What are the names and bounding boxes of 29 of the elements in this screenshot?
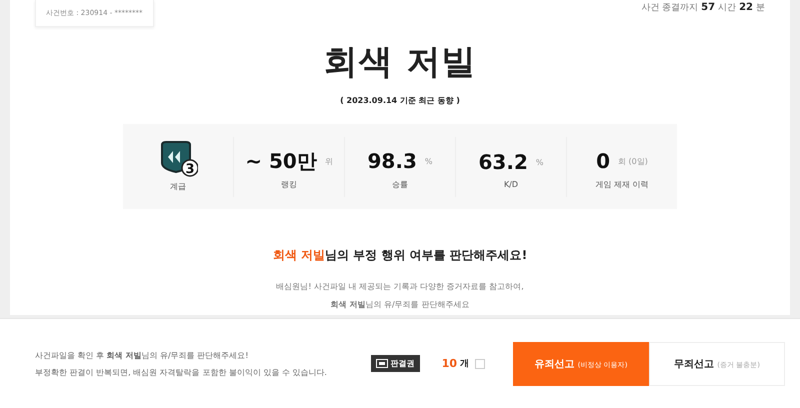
- stat-unit: 위: [324, 156, 333, 166]
- ticket-count: 10: [442, 357, 457, 370]
- stat-value: ~ 50만: [245, 148, 317, 174]
- stat-unit: %: [536, 158, 544, 166]
- stat-value: 0: [596, 149, 610, 173]
- countdown-hours: 57: [701, 2, 716, 13]
- ticket-icon: [376, 359, 388, 368]
- countdown-minutes: 22: [739, 2, 753, 13]
- judgement-prompt: 회색 저빌님의 부정 행위 여부를 판단해주세요!: [272, 247, 528, 264]
- guide-text: 회색 저빌님의 유/무죄를 판단해주세요: [330, 299, 470, 311]
- date-subtitle: ( 2023.09.14 기준 최근 동향 ): [340, 95, 460, 106]
- ticket-badge: 판결권: [370, 355, 420, 372]
- stat-value: 98.3: [368, 149, 417, 173]
- ticket-unit: 개: [460, 358, 469, 370]
- stat-label: 게임 제재 이력: [595, 179, 649, 190]
- footer-note: 사건파일을 확인 후 회색 저빌님의 유/무죄를 판단해주세요!: [35, 350, 250, 362]
- stat-label: 계급: [170, 181, 186, 192]
- minutes-unit: 분: [756, 2, 765, 14]
- hours-unit: 시간: [718, 2, 736, 14]
- stat-unit: 회 (0일): [618, 156, 648, 166]
- stat-label: 승률: [392, 179, 408, 190]
- player-name: 회색 저빌: [324, 41, 476, 84]
- countdown-label: 사건 종결까지: [641, 2, 698, 14]
- stat-unit: %: [424, 156, 432, 166]
- stat-value: 63.2: [478, 150, 528, 174]
- stat-label: K/D: [504, 180, 518, 189]
- guide-text: 배심원님! 사건파일 내 제공되는 기록과 다양한 증거자료를 참고하여,: [276, 281, 524, 293]
- stat-label: 랭킹: [281, 179, 297, 190]
- footer-note: 부정확한 판결이 반복되면, 배심원 자격탈락을 포함한 불이익이 있을 수 있습니다.: [35, 366, 328, 378]
